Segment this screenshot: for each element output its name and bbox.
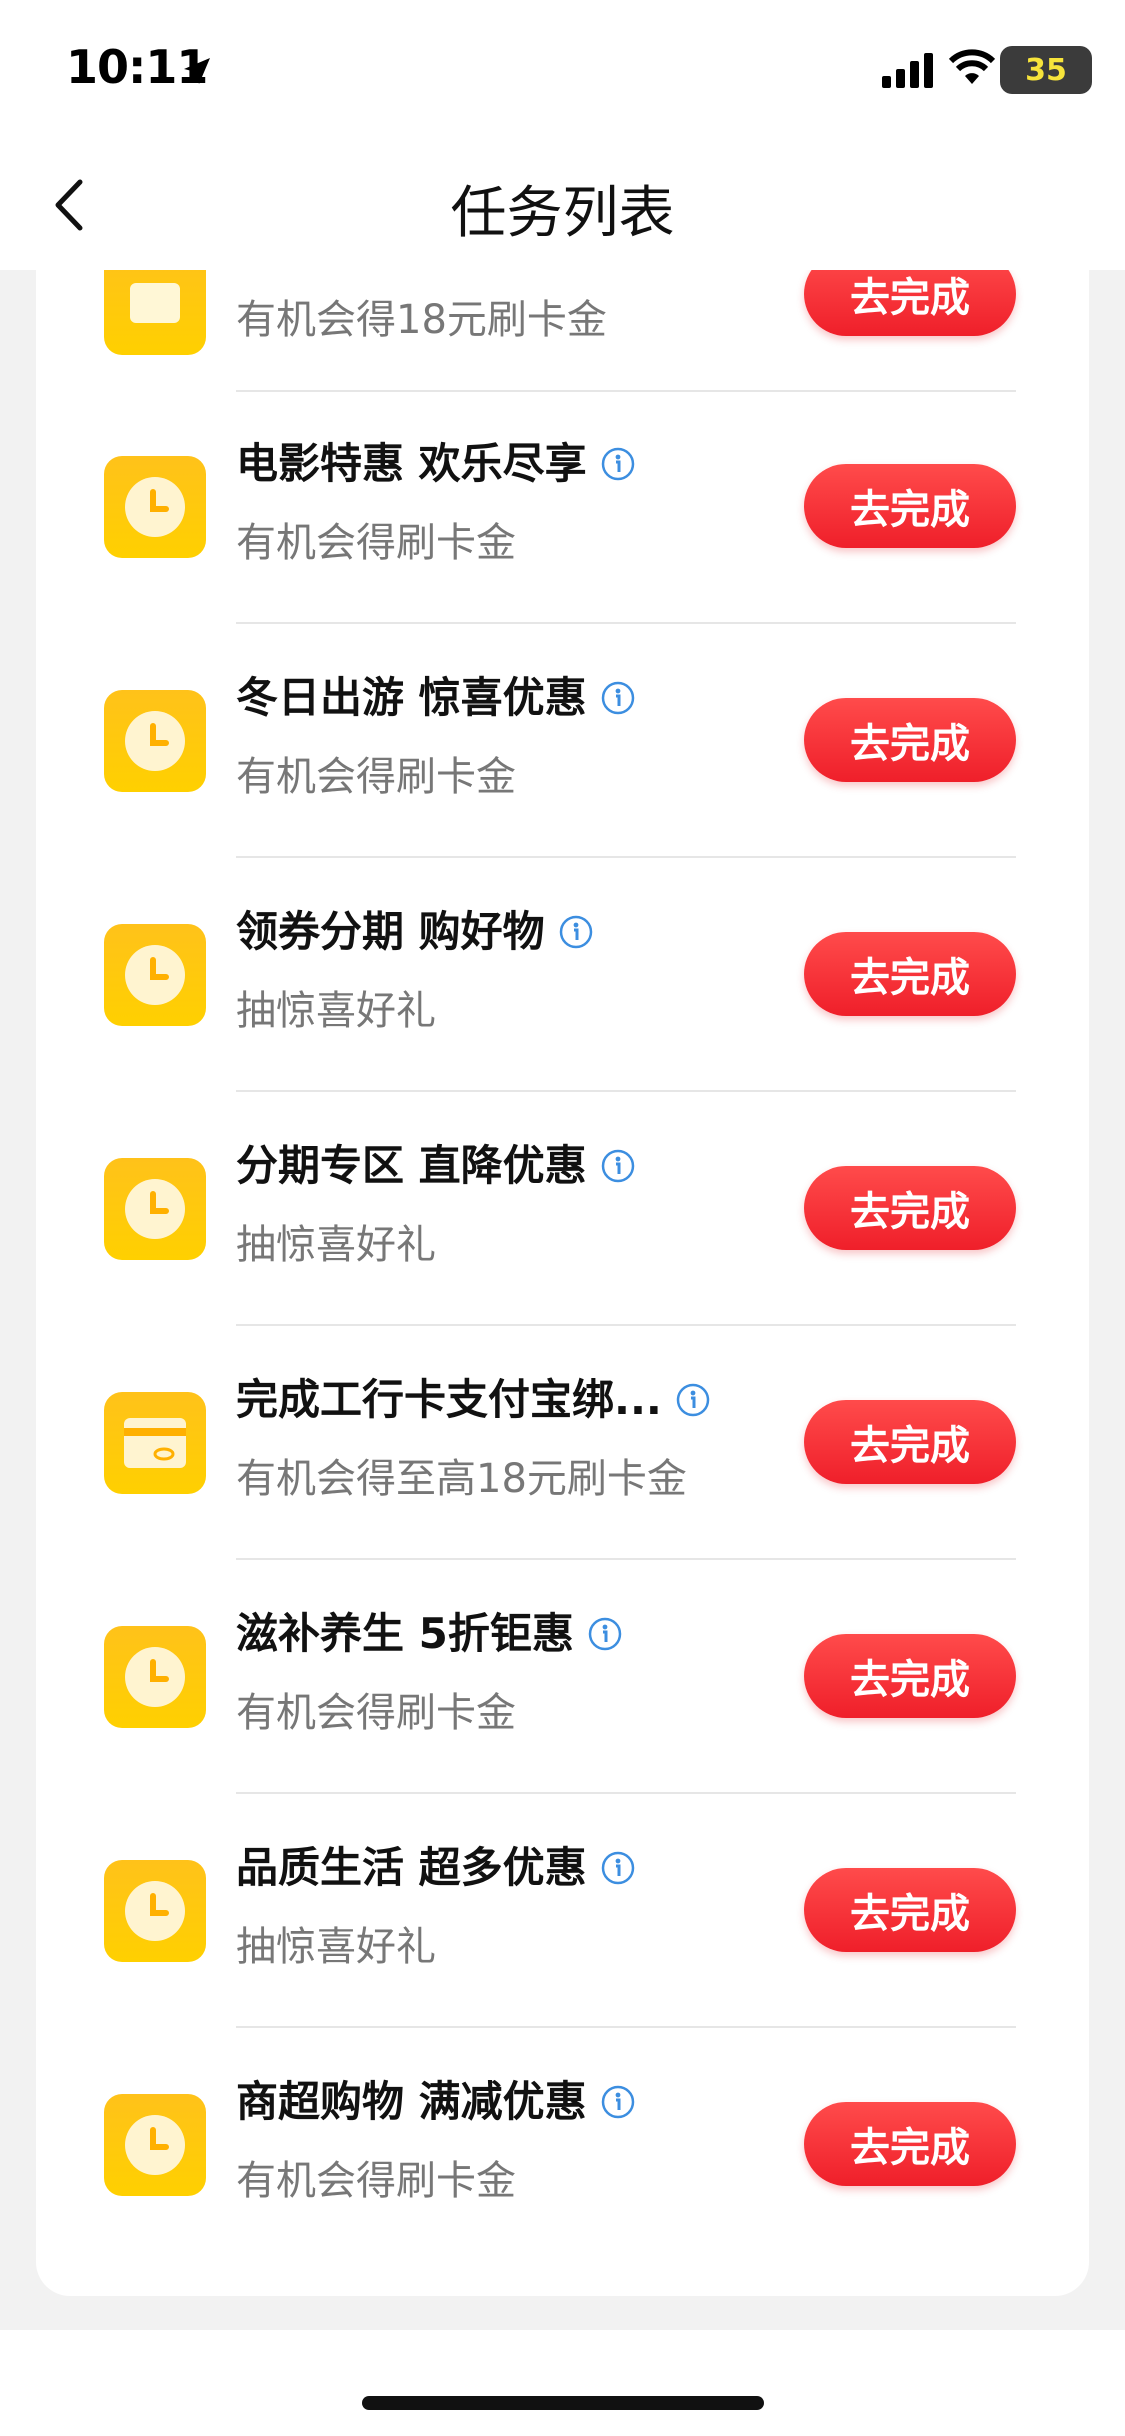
clock-icon — [104, 1860, 206, 1962]
info-icon[interactable] — [676, 1383, 710, 1417]
clock-icon — [104, 2094, 206, 2196]
battery-indicator: 35 — [1000, 46, 1092, 94]
task-subtitle: 抽惊喜好礼 — [236, 1222, 436, 1268]
nav-bar: 任务列表 — [0, 140, 1125, 270]
task-item: 分期专区 直降优惠 抽惊喜好礼 去完成 — [36, 1092, 1089, 1326]
task-complete-button[interactable]: 去完成 — [804, 932, 1016, 1016]
task-title: 领券分期 购好物 — [236, 898, 593, 959]
wallet-icon — [104, 270, 206, 355]
task-subtitle: 有机会得至高18元刷卡金 — [236, 1456, 687, 1502]
task-complete-button[interactable]: 去完成 — [804, 464, 1016, 548]
task-subtitle: 有机会得刷卡金 — [236, 520, 516, 566]
clock-icon — [104, 456, 206, 558]
task-title-text: 品质生活 超多优惠 — [236, 1843, 587, 1892]
task-subtitle: 有机会得18元刷卡金 — [236, 297, 607, 343]
task-item: 商超购物 满减优惠 有机会得刷卡金 去完成 — [36, 2028, 1089, 2262]
status-bar: 10:11 35 — [0, 0, 1125, 140]
task-title: 滋补养生 5折钜惠 — [236, 1600, 622, 1661]
task-title-text: 滋补养生 5折钜惠 — [236, 1609, 574, 1658]
info-icon[interactable] — [601, 2085, 635, 2119]
info-icon[interactable] — [601, 1851, 635, 1885]
task-title: 品质生活 超多优惠 — [236, 1834, 635, 1895]
task-item: 冬日出游 惊喜优惠 有机会得刷卡金 去完成 — [36, 624, 1089, 858]
info-icon[interactable] — [601, 1149, 635, 1183]
info-icon[interactable] — [601, 681, 635, 715]
task-item: 滋补养生 5折钜惠 有机会得刷卡金 去完成 — [36, 1560, 1089, 1794]
task-complete-button[interactable]: 去完成 — [804, 270, 1016, 336]
location-arrow-icon — [184, 58, 210, 84]
task-complete-button[interactable]: 去完成 — [804, 2102, 1016, 2186]
task-complete-button[interactable]: 去完成 — [804, 1166, 1016, 1250]
task-title-text: 领券分期 购好物 — [236, 907, 545, 956]
bottom-safe-area — [0, 2330, 1125, 2436]
clock-icon — [104, 924, 206, 1026]
task-list-card: 有机会得18元刷卡金 去完成 电影特惠 欢乐尽享 有机会得刷卡金 去完成 冬日出… — [36, 270, 1089, 2296]
wifi-icon — [948, 49, 996, 84]
page-title: 任务列表 — [450, 181, 675, 246]
signal-icon — [882, 53, 933, 88]
task-title: 分期专区 直降优惠 — [236, 1132, 635, 1193]
task-subtitle: 有机会得刷卡金 — [236, 754, 516, 800]
info-icon[interactable] — [559, 915, 593, 949]
task-subtitle: 有机会得刷卡金 — [236, 2158, 516, 2204]
task-item: 有机会得18元刷卡金 去完成 — [36, 270, 1089, 392]
task-title-text: 冬日出游 惊喜优惠 — [236, 673, 587, 722]
clock-icon — [104, 690, 206, 792]
task-title-text: 完成工行卡支付宝绑... — [236, 1375, 662, 1424]
task-complete-button[interactable]: 去完成 — [804, 1634, 1016, 1718]
task-complete-button[interactable]: 去完成 — [804, 1868, 1016, 1952]
task-complete-button[interactable]: 去完成 — [804, 698, 1016, 782]
task-complete-button[interactable]: 去完成 — [804, 1400, 1016, 1484]
task-subtitle: 有机会得刷卡金 — [236, 1690, 516, 1736]
task-title: 冬日出游 惊喜优惠 — [236, 664, 635, 725]
task-title: 电影特惠 欢乐尽享 — [236, 430, 635, 491]
task-item: 完成工行卡支付宝绑... 有机会得至高18元刷卡金 去完成 — [36, 1326, 1089, 1560]
task-subtitle: 抽惊喜好礼 — [236, 1924, 436, 1970]
task-title-text: 电影特惠 欢乐尽享 — [236, 439, 587, 488]
card-icon — [104, 1392, 206, 1494]
task-item: 领券分期 购好物 抽惊喜好礼 去完成 — [36, 858, 1089, 1092]
task-item: 电影特惠 欢乐尽享 有机会得刷卡金 去完成 — [36, 390, 1089, 624]
info-icon[interactable] — [588, 1617, 622, 1651]
task-title: 商超购物 满减优惠 — [236, 2068, 635, 2129]
clock-icon — [104, 1626, 206, 1728]
home-indicator[interactable] — [362, 2396, 764, 2410]
clock-icon — [104, 1158, 206, 1260]
task-title-text: 商超购物 满减优惠 — [236, 2077, 587, 2126]
task-item: 品质生活 超多优惠 抽惊喜好礼 去完成 — [36, 1794, 1089, 2028]
info-icon[interactable] — [601, 447, 635, 481]
task-subtitle: 抽惊喜好礼 — [236, 988, 436, 1034]
task-title: 完成工行卡支付宝绑... — [236, 1366, 710, 1427]
task-title-text: 分期专区 直降优惠 — [236, 1141, 587, 1190]
